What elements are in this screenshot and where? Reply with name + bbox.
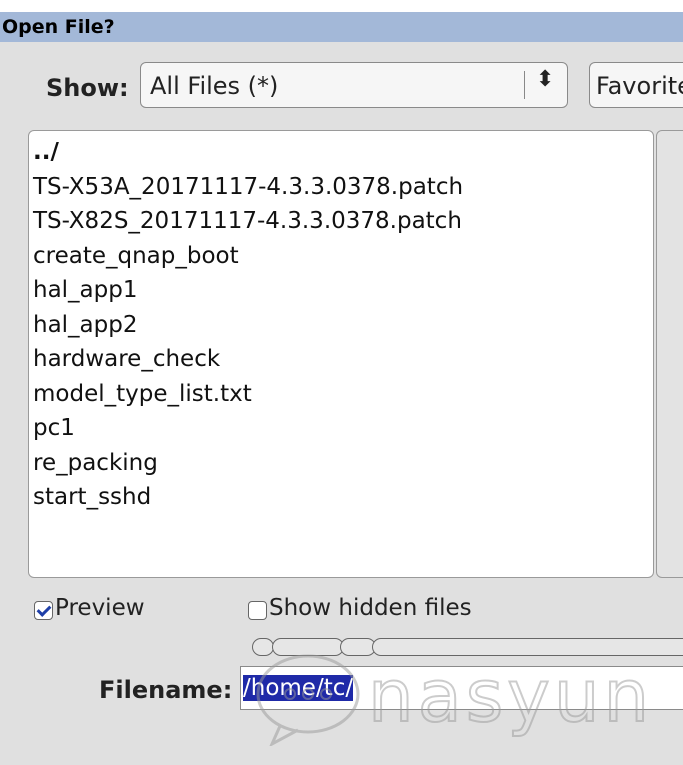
show-label: Show: xyxy=(46,74,129,102)
list-item[interactable]: TS-X53A_20171117-4.3.3.0378.patch xyxy=(29,170,653,205)
list-item-parent-directory[interactable]: ../ xyxy=(29,135,653,170)
list-item[interactable]: pc1 xyxy=(29,411,653,446)
window-title: Open File? xyxy=(0,12,683,42)
show-hidden-files-label[interactable]: Show hidden files xyxy=(269,595,472,621)
filename-selected-text: /home/tc/ xyxy=(243,675,354,701)
select-divider xyxy=(524,71,525,99)
list-item[interactable]: start_sshd xyxy=(29,480,653,515)
list-item[interactable]: hal_app1 xyxy=(29,273,653,308)
history-segment[interactable] xyxy=(372,638,683,656)
file-list[interactable]: ../ TS-X53A_20171117-4.3.3.0378.patch TS… xyxy=(28,130,654,578)
list-item[interactable]: model_type_list.txt xyxy=(29,377,653,412)
filename-label: Filename: xyxy=(99,676,233,704)
preview-label[interactable]: Preview xyxy=(55,595,145,621)
list-item[interactable]: TS-X82S_20171117-4.3.3.0378.patch xyxy=(29,204,653,239)
preview-checkbox[interactable] xyxy=(34,601,53,620)
path-history-bar xyxy=(240,638,683,658)
file-type-selected-value: All Files (*) xyxy=(150,72,279,100)
show-hidden-files-checkbox[interactable] xyxy=(248,601,267,620)
filename-input[interactable]: /home/tc/ xyxy=(240,666,683,710)
open-file-dialog: Open File? Show: All Files (*) ⬍ Favorit… xyxy=(0,0,683,765)
list-item[interactable]: create_qnap_boot xyxy=(29,239,653,274)
preview-pane xyxy=(656,130,683,578)
history-segment[interactable] xyxy=(340,638,376,656)
dialog-body: Show: All Files (*) ⬍ Favorites ../ TS-X… xyxy=(0,42,683,765)
list-item[interactable]: re_packing xyxy=(29,446,653,481)
favorites-button[interactable]: Favorites xyxy=(589,62,683,108)
history-segment[interactable] xyxy=(252,638,274,656)
list-item[interactable]: hardware_check xyxy=(29,342,653,377)
up-down-arrows-icon: ⬍ xyxy=(536,67,555,92)
history-segment[interactable] xyxy=(272,638,344,656)
list-item[interactable]: hal_app2 xyxy=(29,308,653,343)
file-type-select[interactable]: All Files (*) ⬍ xyxy=(140,62,568,108)
